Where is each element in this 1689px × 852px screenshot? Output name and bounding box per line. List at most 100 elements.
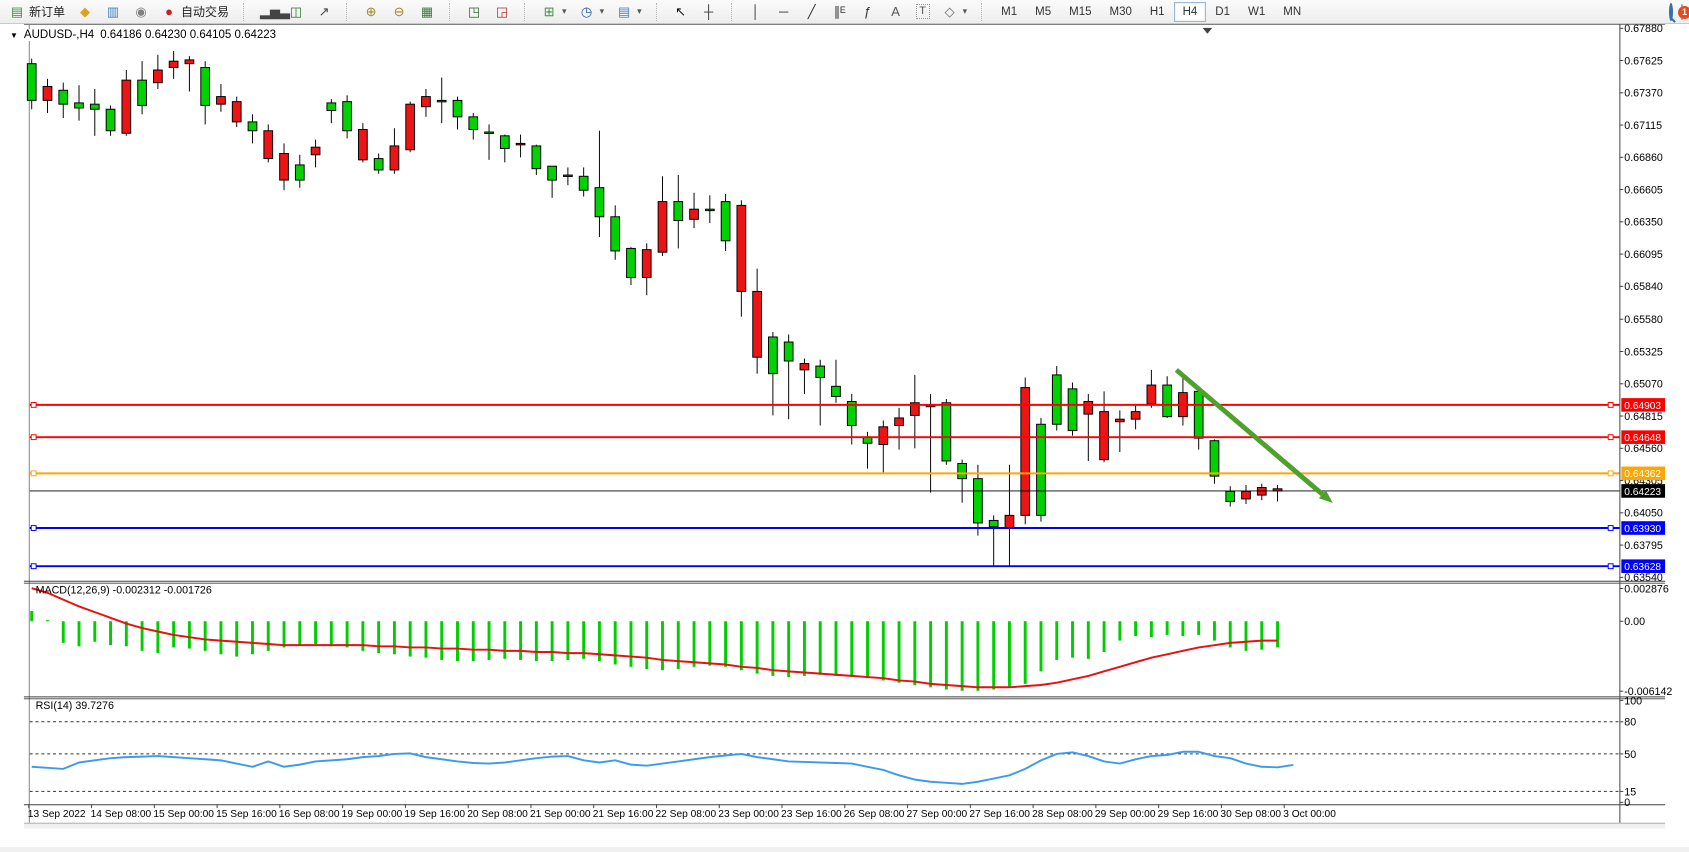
indicators-button[interactable]: ⊞▾ (535, 1, 573, 23)
timeframe-button-m1[interactable]: M1 (992, 2, 1026, 22)
timeframe-button-m15[interactable]: M15 (1060, 2, 1100, 22)
chart-window: ▼ AUDUSD-,H4 0.64186 0.64230 0.64105 0.6… (0, 24, 1689, 847)
svg-text:27 Sep 00:00: 27 Sep 00:00 (907, 809, 968, 820)
horizontal-line-icon: ─ (776, 4, 792, 20)
svg-text:0.64903: 0.64903 (1624, 401, 1661, 412)
hline-handle[interactable] (1608, 526, 1613, 531)
indicators-icon: ⊞ (541, 4, 557, 20)
auto-scroll-button[interactable]: ◳ (460, 1, 488, 23)
svg-text:0.64050: 0.64050 (1624, 508, 1663, 520)
svg-text:0.63795: 0.63795 (1624, 540, 1663, 552)
notification-badge: 1 (1678, 6, 1689, 19)
hline-handle[interactable] (31, 564, 36, 569)
bar-chart-button[interactable]: ▂▅▃ (254, 1, 282, 23)
text-label-button[interactable]: T (910, 1, 936, 22)
horizontal-line-button[interactable]: ─ (770, 1, 798, 23)
svg-text:29 Sep 00:00: 29 Sep 00:00 (1095, 809, 1156, 820)
svg-text:0.67880: 0.67880 (1624, 24, 1663, 35)
tile-windows-icon: ▦ (419, 4, 435, 20)
hline-handle[interactable] (31, 402, 36, 407)
trendline-icon: ╱ (804, 4, 820, 20)
zoom-out-button[interactable]: ⊖ (385, 1, 413, 23)
toolbar-separator (243, 3, 248, 21)
autotrading-label: 自动交易 (181, 3, 229, 20)
shapes-icon: ◇ (942, 4, 958, 20)
timeframe-button-d1[interactable]: D1 (1206, 2, 1239, 22)
svg-text:0.64223: 0.64223 (1624, 487, 1661, 498)
line-chart-button[interactable]: ↗ (310, 1, 338, 23)
hline-handle[interactable] (1608, 435, 1613, 440)
autotrading-button[interactable]: ● 自动交易 (155, 0, 235, 23)
cursor-button[interactable]: ↖ (667, 1, 695, 23)
svg-text:15 Sep 00:00: 15 Sep 00:00 (153, 809, 214, 820)
timeframe-group: M1M5M15M30H1H4D1W1MN (989, 0, 1313, 24)
svg-text:0.64815: 0.64815 (1624, 411, 1663, 423)
svg-text:3 Oct 00:00: 3 Oct 00:00 (1283, 809, 1336, 820)
toolbar: ▤ 新订单 ◆ ▥ ◉ ● 自动交易 ▂▅▃ ◫ ↗ ⊕ (0, 0, 1689, 24)
crosshair-icon: ┼ (701, 4, 717, 20)
hline-handle[interactable] (1608, 402, 1613, 407)
svg-text:23 Sep 00:00: 23 Sep 00:00 (718, 809, 779, 820)
vertical-line-icon: │ (748, 4, 764, 20)
svg-text:20 Sep 08:00: 20 Sep 08:00 (467, 809, 528, 820)
text-button[interactable]: A (882, 1, 910, 23)
toolbar-separator (449, 3, 454, 21)
hline-handle[interactable] (31, 471, 36, 476)
hline-handle[interactable] (31, 435, 36, 440)
hline-handle[interactable] (1608, 471, 1613, 476)
auto-scroll-icon: ◳ (466, 4, 482, 20)
timeframe-button-mn[interactable]: MN (1274, 2, 1310, 22)
chevron-down-icon: ▾ (562, 6, 567, 17)
chart-shift-button[interactable]: ◲ (488, 1, 516, 23)
cursor-icon: ↖ (673, 4, 689, 20)
shapes-button[interactable]: ◇▾ (936, 1, 974, 23)
timeframe-button-m5[interactable]: M5 (1026, 2, 1060, 22)
toolbar-separator (524, 3, 529, 21)
text-icon: A (888, 4, 904, 20)
svg-text:0.67370: 0.67370 (1624, 88, 1663, 100)
fibonacci-icon: ƒ (860, 4, 876, 20)
fibonacci-button[interactable]: ƒ (854, 1, 882, 23)
data-window-button[interactable]: ▥ (99, 1, 127, 23)
svg-text:30 Sep 08:00: 30 Sep 08:00 (1220, 809, 1281, 820)
market-watch-button[interactable]: ◆ (71, 1, 99, 23)
svg-text:0.65840: 0.65840 (1624, 281, 1663, 293)
svg-text:19 Sep 16:00: 19 Sep 16:00 (404, 809, 465, 820)
chart-ohlc-values: 0.64186 0.64230 0.64105 0.64223 (100, 29, 276, 41)
candlestick-chart-button[interactable]: ◫ (282, 1, 310, 23)
zoom-in-button[interactable]: ⊕ (357, 1, 385, 23)
chart-symbol-period: AUDUSD-,H4 (24, 29, 94, 41)
search-button[interactable] (1669, 5, 1673, 19)
svg-text:0.63628: 0.63628 (1624, 562, 1661, 573)
collapse-chart-icon[interactable]: ▼ (10, 31, 18, 40)
candlestick-chart-icon: ◫ (288, 4, 304, 20)
crosshair-button[interactable]: ┼ (695, 1, 723, 23)
templates-button[interactable]: ▤▾ (610, 1, 648, 23)
svg-text:13 Sep 2022: 13 Sep 2022 (28, 809, 86, 820)
signals-button[interactable]: ◉ (127, 1, 155, 23)
svg-text:28 Sep 08:00: 28 Sep 08:00 (1032, 809, 1093, 820)
new-order-button[interactable]: ▤ 新订单 (3, 0, 71, 23)
svg-text:0.65580: 0.65580 (1624, 314, 1663, 326)
trendline-button[interactable]: ╱ (798, 1, 826, 23)
chart-canvas[interactable]: 0.678800.676250.673700.671150.668600.666… (0, 24, 1689, 847)
chevron-down-icon: ▾ (600, 6, 605, 17)
hline-handle[interactable] (31, 526, 36, 531)
notifications-button[interactable]: 1 (1681, 5, 1683, 19)
svg-text:26 Sep 08:00: 26 Sep 08:00 (844, 809, 905, 820)
svg-text:100: 100 (1624, 695, 1642, 707)
channel-button[interactable]: ∥ᴱ (826, 1, 854, 23)
timeframe-button-h4[interactable]: H4 (1174, 2, 1207, 22)
tile-windows-button[interactable]: ▦ (413, 1, 441, 23)
svg-text:23 Sep 16:00: 23 Sep 16:00 (781, 809, 842, 820)
vertical-line-button[interactable]: │ (742, 1, 770, 23)
timeframe-button-h1[interactable]: H1 (1141, 2, 1174, 22)
svg-text:0.00: 0.00 (1624, 616, 1645, 628)
application-window: ▤ 新订单 ◆ ▥ ◉ ● 自动交易 ▂▅▃ ◫ ↗ ⊕ (0, 0, 1689, 852)
new-order-label: 新订单 (29, 3, 65, 20)
clock-icon: ◷ (579, 4, 595, 20)
timeframe-button-w1[interactable]: W1 (1239, 2, 1274, 22)
timeframe-button-m30[interactable]: M30 (1101, 2, 1141, 22)
hline-handle[interactable] (1608, 564, 1613, 569)
periods-button[interactable]: ◷▾ (573, 1, 611, 23)
